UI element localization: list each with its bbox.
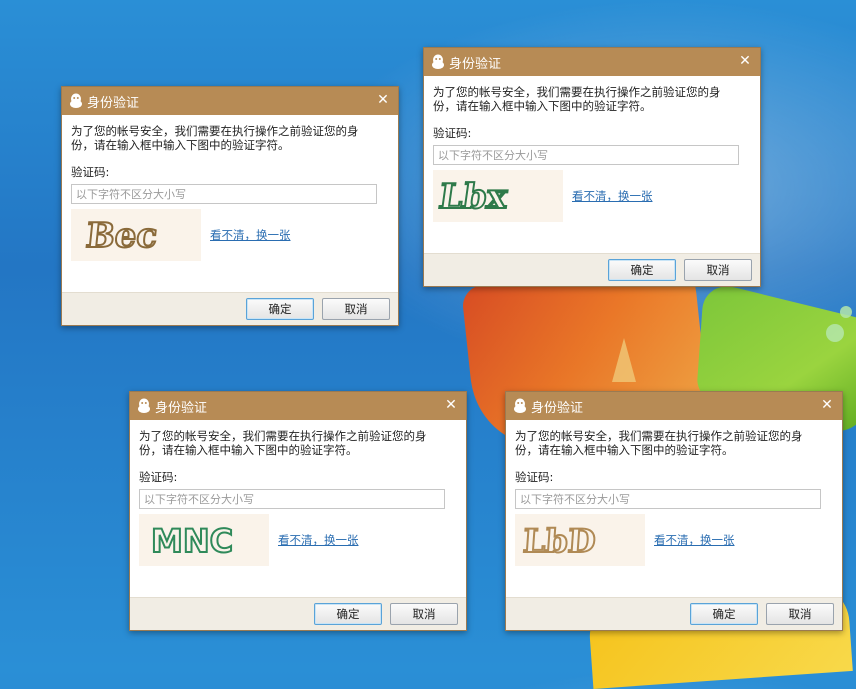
captcha-field-label: 验证码: (139, 470, 178, 484)
dialog-title: 身份验证 (155, 400, 208, 416)
captcha-input[interactable] (71, 184, 377, 204)
dialog-title: 身份验证 (449, 56, 502, 72)
description-line: 为了您的帐号安全，我们需要在执行操作之前验证您的身 (515, 429, 803, 443)
captcha-field-label: 验证码: (71, 165, 110, 179)
description-line: 份，请在输入框中输入下图中的验证字符。 (433, 99, 652, 113)
dialog-titlebar[interactable]: 身份验证 ✕ (424, 48, 760, 76)
captcha-input[interactable] (139, 489, 445, 509)
captcha-image: Lbx (433, 170, 563, 222)
captcha-image: MNC (139, 514, 269, 566)
captcha-text: Bec (84, 216, 159, 256)
captcha-field-label: 验证码: (515, 470, 554, 484)
confirm-button[interactable]: 确定 (314, 603, 382, 625)
confirm-button[interactable]: 确定 (246, 298, 314, 320)
captcha-image: Bec (71, 209, 201, 261)
confirm-button[interactable]: 确定 (690, 603, 758, 625)
identity-verify-dialog: 身份验证 ✕ 为了您的帐号安全，我们需要在执行操作之前验证您的身 份，请在输入框… (61, 86, 399, 326)
dialog-title: 身份验证 (531, 400, 584, 416)
captcha-image: LbD (515, 514, 645, 566)
dialog-footer: 确定 取消 (62, 292, 398, 325)
refresh-captcha-link[interactable]: 看不清，换一张 (572, 188, 653, 204)
description-line: 为了您的帐号安全，我们需要在执行操作之前验证您的身 (71, 124, 359, 138)
close-icon[interactable]: ✕ (737, 53, 753, 69)
identity-verify-dialog: 身份验证 ✕ 为了您的帐号安全，我们需要在执行操作之前验证您的身 份，请在输入框… (129, 391, 467, 631)
wallpaper-dot (826, 324, 844, 342)
captcha-field-label: 验证码: (433, 126, 472, 140)
cancel-button[interactable]: 取消 (322, 298, 390, 320)
captcha-text: Lbx (436, 177, 510, 217)
qq-penguin-icon (514, 398, 526, 413)
qq-penguin-icon (70, 93, 82, 108)
cancel-button[interactable]: 取消 (684, 259, 752, 281)
description-line: 份，请在输入框中输入下图中的验证字符。 (71, 138, 290, 152)
wallpaper-tree-shape (612, 338, 636, 382)
dialog-footer: 确定 取消 (424, 253, 760, 286)
description-line: 为了您的帐号安全，我们需要在执行操作之前验证您的身 (433, 85, 721, 99)
identity-verify-dialog: 身份验证 ✕ 为了您的帐号安全，我们需要在执行操作之前验证您的身 份，请在输入框… (423, 47, 761, 287)
dialog-titlebar[interactable]: 身份验证 ✕ (62, 87, 398, 115)
dialog-titlebar[interactable]: 身份验证 ✕ (506, 392, 842, 420)
captcha-input[interactable] (433, 145, 739, 165)
description-line: 份，请在输入框中输入下图中的验证字符。 (515, 443, 734, 457)
cancel-button[interactable]: 取消 (390, 603, 458, 625)
dialog-titlebar[interactable]: 身份验证 ✕ (130, 392, 466, 420)
wallpaper-dot (840, 306, 852, 318)
description-line: 为了您的帐号安全，我们需要在执行操作之前验证您的身 (139, 429, 427, 443)
cancel-button[interactable]: 取消 (766, 603, 834, 625)
close-icon[interactable]: ✕ (375, 92, 391, 108)
confirm-button[interactable]: 确定 (608, 259, 676, 281)
qq-penguin-icon (138, 398, 150, 413)
captcha-text: LbD (522, 522, 597, 560)
qq-penguin-icon (432, 54, 444, 69)
close-icon[interactable]: ✕ (443, 397, 459, 413)
dialog-footer: 确定 取消 (506, 597, 842, 630)
refresh-captcha-link[interactable]: 看不清，换一张 (210, 227, 291, 243)
refresh-captcha-link[interactable]: 看不清，换一张 (654, 532, 735, 548)
dialog-footer: 确定 取消 (130, 597, 466, 630)
dialog-title: 身份验证 (87, 95, 140, 111)
refresh-captcha-link[interactable]: 看不清，换一张 (278, 532, 359, 548)
description-line: 份，请在输入框中输入下图中的验证字符。 (139, 443, 358, 457)
identity-verify-dialog: 身份验证 ✕ 为了您的帐号安全，我们需要在执行操作之前验证您的身 份，请在输入框… (505, 391, 843, 631)
captcha-text: MNC (151, 522, 233, 560)
captcha-input[interactable] (515, 489, 821, 509)
close-icon[interactable]: ✕ (819, 397, 835, 413)
